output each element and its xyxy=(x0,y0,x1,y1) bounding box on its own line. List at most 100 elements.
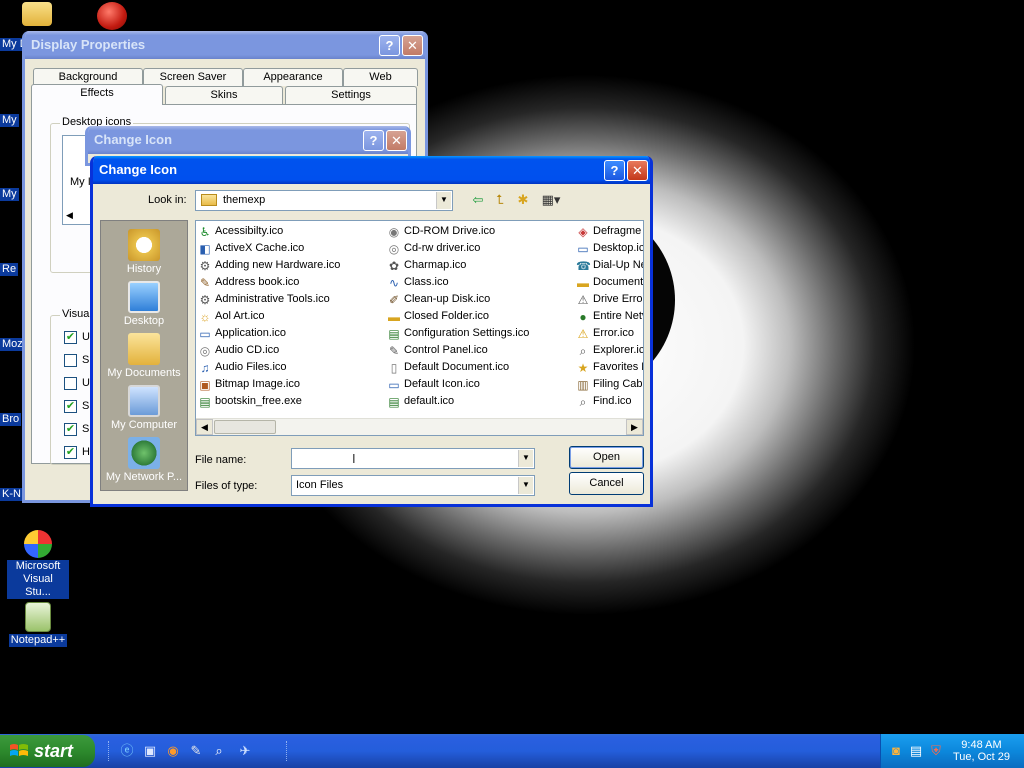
display-properties-titlebar[interactable]: Display Properties ? ✕ xyxy=(25,31,425,59)
tab-skins[interactable]: Skins xyxy=(165,86,283,104)
firefox-icon[interactable]: ◉ xyxy=(164,742,182,760)
open-button[interactable]: Open xyxy=(569,446,644,469)
messenger-icon[interactable]: ✈ xyxy=(236,742,254,760)
file-item[interactable]: ✎ Control Panel.ico xyxy=(387,342,529,359)
file-item[interactable]: ▥ Filing Cabi xyxy=(576,376,643,393)
windows-logo-icon xyxy=(10,744,28,756)
file-item[interactable]: ✐ Clean-up Disk.ico xyxy=(387,291,529,308)
dropdown-arrow-icon[interactable] xyxy=(518,450,533,467)
file-list[interactable]: ♿ Acessibilty.ico ◧ ActiveX Cache.ico ⚙ Add… xyxy=(195,220,644,436)
admin-tools-icon: ⚙ xyxy=(199,292,211,307)
effect-checkbox[interactable] xyxy=(64,377,77,390)
file-item[interactable]: ▭ Application.ico xyxy=(198,325,340,342)
desktop-icon-label-recycle-bin[interactable]: Re xyxy=(0,263,19,276)
file-item[interactable]: ▣ Bitmap Image.ico xyxy=(198,376,340,393)
help-button[interactable]: ? xyxy=(379,35,400,56)
place-desktop[interactable]: Desktop xyxy=(101,281,187,327)
desktop-icon-label-k-meleon[interactable]: K-N xyxy=(0,488,23,501)
desktop-icon-notepad-plus-plus[interactable]: Notepad++ xyxy=(0,602,76,647)
file-item[interactable]: ▬ Closed Folder.ico xyxy=(387,308,529,325)
scroll-left-icon[interactable]: ◀ xyxy=(196,419,213,435)
start-button[interactable]: start xyxy=(0,735,95,767)
desktop-icon-visual-studio[interactable]: Microsoft Visual Stu... xyxy=(0,530,76,599)
file-item[interactable]: ◧ ActiveX Cache.ico xyxy=(198,240,340,257)
place-my-network[interactable]: My Network P... xyxy=(101,437,187,483)
file-item[interactable]: ▤ Configuration Settings.ico xyxy=(387,325,529,342)
tray-security-icon[interactable]: ⛨ xyxy=(927,742,945,760)
files-of-type-dropdown[interactable]: Icon Files xyxy=(291,475,535,496)
close-button[interactable]: ✕ xyxy=(627,160,648,181)
back-arrow-icon[interactable]: ⇦ xyxy=(468,190,488,210)
file-item[interactable]: ∿ Class.ico xyxy=(387,274,529,291)
close-button[interactable]: ✕ xyxy=(386,130,407,151)
desktop-icon-label-my-computer[interactable]: My xyxy=(0,114,19,127)
file-item[interactable]: ✎ Address book.ico xyxy=(198,274,340,291)
show-desktop-icon[interactable]: ▣ xyxy=(141,742,159,760)
file-item[interactable]: ▤ bootskin_free.exe xyxy=(198,393,340,410)
change-icon-titlebar[interactable]: Change Icon ? ✕ xyxy=(93,156,650,184)
place-my-computer[interactable]: My Computer xyxy=(101,385,187,431)
file-item[interactable]: ▯ Default Document.ico xyxy=(387,359,529,376)
new-folder-icon[interactable]: ✱ xyxy=(513,190,533,210)
place-history[interactable]: History xyxy=(101,229,187,275)
file-item[interactable]: ◉ CD-ROM Drive.ico xyxy=(387,223,529,240)
file-item[interactable]: ▤ default.ico xyxy=(387,393,529,410)
file-item[interactable]: ◈ Defragme xyxy=(576,223,643,240)
file-item[interactable]: ⚙ Adding new Hardware.ico xyxy=(198,257,341,274)
file-item[interactable]: ♫ Audio Files.ico xyxy=(198,359,340,376)
search-icon[interactable]: ⌕ xyxy=(210,742,228,760)
effect-checkbox[interactable] xyxy=(64,354,77,367)
scroll-thumb[interactable] xyxy=(214,420,276,434)
clock[interactable]: 9:48 AM Tue, Oct 29 xyxy=(953,739,1010,763)
file-item[interactable]: ★ Favorites F xyxy=(576,359,643,376)
look-in-dropdown[interactable]: themexp xyxy=(195,190,453,211)
up-folder-icon[interactable]: ⮤ xyxy=(490,190,510,210)
desktop-icon-label-my-network[interactable]: My xyxy=(0,188,19,201)
file-item[interactable]: ⚠ Drive Error xyxy=(576,291,643,308)
notepad-icon[interactable]: ✎ xyxy=(187,742,205,760)
scroll-right-icon[interactable]: ▶ xyxy=(626,419,643,435)
effect-checkbox[interactable]: ✔ xyxy=(64,400,77,413)
file-item[interactable]: ⌕ Explorer.ic xyxy=(576,342,643,359)
file-item[interactable]: ◎ Cd-rw driver.ico xyxy=(387,240,529,257)
dropdown-arrow-icon[interactable] xyxy=(436,192,451,209)
file-item[interactable]: ♿ Acessibilty.ico xyxy=(198,223,340,240)
tray-network-icon[interactable]: ▤ xyxy=(907,742,925,760)
file-item[interactable]: ▭ Desktop.ic xyxy=(576,240,643,257)
ie-icon[interactable]: ⓔ xyxy=(118,742,136,760)
file-item[interactable]: ◎ Audio CD.ico xyxy=(198,342,340,359)
help-button[interactable]: ? xyxy=(604,160,625,181)
file-item[interactable]: ⚙ Administrative Tools.ico xyxy=(198,291,340,308)
desktop-app-icon[interactable] xyxy=(74,2,150,32)
change-icon-back-titlebar[interactable]: Change Icon ? ✕ xyxy=(88,126,408,154)
tab-effects[interactable]: Effects xyxy=(31,84,163,105)
tray-app-icon[interactable]: ◙ xyxy=(887,742,905,760)
effect-checkbox[interactable]: ✔ xyxy=(64,331,77,344)
desktop-folder-icon[interactable] xyxy=(0,2,76,28)
file-item[interactable]: ⚠ Error.ico xyxy=(576,325,643,342)
file-item[interactable]: ☎ Dial-Up Ne xyxy=(576,257,643,274)
help-button[interactable]: ? xyxy=(363,130,384,151)
view-menu-icon[interactable]: ▦▾ xyxy=(538,190,564,210)
file-item[interactable]: ☼ Aol Art.ico xyxy=(198,308,340,325)
file-name-input[interactable]: I xyxy=(291,448,535,469)
tab-settings[interactable]: Settings xyxy=(285,86,417,104)
cancel-button[interactable]: Cancel xyxy=(569,472,644,495)
file-item[interactable]: ▬ Document xyxy=(576,274,643,291)
close-button[interactable]: ✕ xyxy=(402,35,423,56)
tab-web[interactable]: Web xyxy=(343,68,418,86)
file-item[interactable]: ● Entire Netv xyxy=(576,308,643,325)
tab-appearance[interactable]: Appearance xyxy=(243,68,343,86)
desktop-icon-label-browser[interactable]: Bro xyxy=(0,413,22,426)
file-item[interactable]: ✿ Charmap.ico xyxy=(387,257,529,274)
file-item[interactable]: ⌕ Find.ico xyxy=(576,393,643,410)
place-label: My Computer xyxy=(110,419,178,431)
place-my-documents[interactable]: My Documents xyxy=(101,333,187,379)
file-item[interactable]: ▭ Default Icon.ico xyxy=(387,376,529,393)
effect-checkbox[interactable]: ✔ xyxy=(64,423,77,436)
dropdown-arrow-icon[interactable] xyxy=(518,477,533,494)
effect-checkbox[interactable]: ✔ xyxy=(64,446,77,459)
place-label: My Documents xyxy=(107,367,181,379)
scroll-left-icon[interactable]: ◀ xyxy=(66,210,73,221)
horizontal-scrollbar[interactable]: ◀ ▶ xyxy=(196,418,643,435)
